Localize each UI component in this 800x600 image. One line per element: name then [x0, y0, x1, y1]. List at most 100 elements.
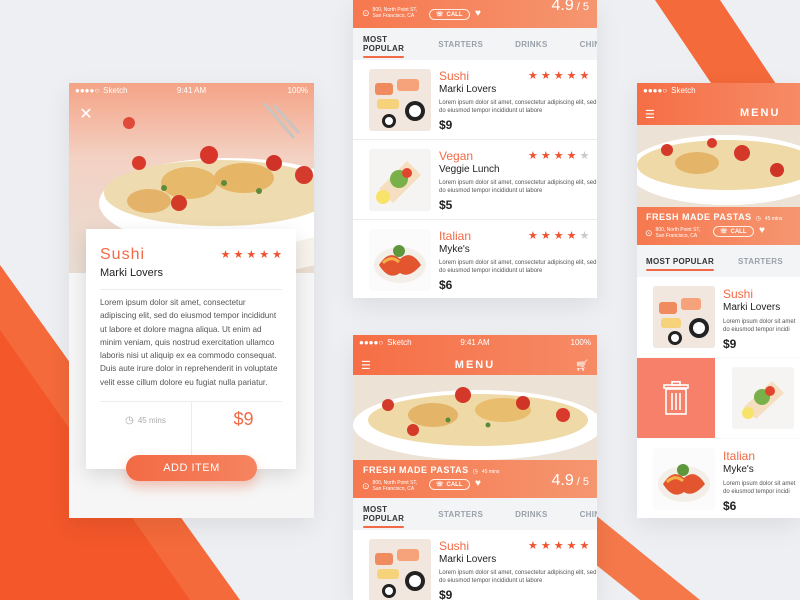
detail-rating: ★ ★ ★ ★ ★	[221, 250, 282, 261]
heart-icon[interactable]: ♥	[475, 478, 481, 489]
clock-icon: ◷	[472, 469, 478, 475]
item-dish: Marki Lovers	[439, 554, 497, 565]
delete-action[interactable]	[637, 358, 715, 438]
item-price: $9	[723, 337, 737, 351]
item-dish: Myke's	[723, 464, 754, 475]
item-description: Lorem ipsum dolor sit amet do eiusmod tem…	[723, 318, 795, 334]
category-tabs: MOST POPULAR STARTERS DRINKS CHINESE	[353, 28, 597, 60]
item-price: $6	[439, 278, 453, 292]
star-icon: ★	[259, 249, 270, 261]
star-icon: ★	[233, 249, 244, 261]
close-icon[interactable]: ✕	[77, 106, 95, 124]
star-icon: ★	[528, 540, 538, 552]
item-dish: Marki Lovers	[439, 84, 497, 95]
item-dish: Marki Lovers	[723, 302, 781, 313]
location-pin-icon: ⊙	[362, 7, 370, 18]
tab-starters[interactable]: STARTERS	[430, 40, 491, 49]
star-icon: ★	[540, 70, 551, 82]
list-item[interactable]: Sushi ★ ★ ★ ★ ★ Marki Lovers Lorem ipsum dolor …	[353, 530, 597, 600]
star-icon: ★	[528, 150, 538, 162]
restaurant-rating: 4.9 / 5	[552, 0, 589, 15]
tab-chinese[interactable]: CHINESE	[572, 40, 597, 49]
address: ⊙ 800, North Point ST, San Francisco, CA	[362, 7, 417, 19]
rating-max: / 5	[576, 476, 589, 488]
list-item[interactable]: Italian ★ ★ ★ ★ ★ Myke's Lorem ipsum dolor sit …	[353, 220, 597, 298]
list-item[interactable]: Sushi Marki Lovers Lorem ipsum dolor sit…	[637, 277, 800, 357]
star-icon: ★	[553, 70, 564, 82]
tab-starters[interactable]: STARTERS	[430, 510, 491, 519]
item-description-line-2: do eiusmod tempor incididunt ut labore	[439, 108, 543, 114]
tab-most-popular[interactable]: MOST POPULAR	[355, 505, 412, 528]
star-icon: ★	[220, 249, 231, 261]
location-pin-icon: ⊙	[645, 227, 653, 238]
cart-icon[interactable]: 🛒︎	[575, 359, 589, 372]
restaurant-name-label: FRESH MADE PASTAS	[363, 465, 469, 475]
menu-screen-right: ●●●●○ Sketch ☰ MENU FRESH MADE PASTAS ◷ 4…	[637, 83, 800, 518]
clock: 9:41 AM	[460, 337, 490, 347]
restaurant-bar: FRESH MADE PASTAS ◷ 45 mins ⊙ 800, North…	[637, 207, 800, 245]
item-rating: ★ ★ ★ ★ ★	[528, 231, 589, 242]
call-button[interactable]: ☏ CALL	[429, 479, 470, 490]
restaurant-bar: FRESH MADE PASTAS ⊙ 800, North Point ST,…	[353, 0, 597, 28]
detail-description: Lorem ipsum dolor sit amet, consectetur …	[100, 298, 278, 387]
item-description: Lorem ipsum dolor sit amet, consectetur …	[439, 569, 596, 585]
list-item[interactable]: Vegan ★ ★ ★ ★ ★ Veggie Lunch Lorem ipsum dolor …	[353, 140, 597, 220]
address-line-2: San Francisco, CA	[372, 13, 415, 19]
tab-most-popular[interactable]: MOST POPULAR	[355, 35, 412, 58]
italian-thumbnail	[653, 448, 715, 510]
heart-icon[interactable]: ♥	[475, 8, 481, 19]
add-item-button[interactable]: ADD ITEM	[126, 455, 257, 481]
list-item[interactable]: Italian Myke's Lorem ipsum dolor sit ame…	[637, 439, 800, 518]
item-description-line-2: do eiusmod tempor incidi	[723, 327, 790, 333]
item-category: Vegan	[439, 149, 474, 163]
hamburger-icon[interactable]: ☰	[645, 108, 655, 121]
restaurant-name: FRESH MADE PASTAS ◷ 45 mins	[363, 465, 499, 475]
menu-screen: ●●●●○ Sketch 9:41 AM 100% ☰ MENU 🛒︎ FRESH…	[353, 335, 597, 600]
item-description-line-1: Lorem ipsum dolor sit amet, consectetur …	[439, 180, 597, 186]
call-button[interactable]: ☏ CALL	[429, 9, 470, 20]
item-category: Sushi	[439, 69, 470, 83]
item-description-line-1: Lorem ipsum dolor sit amet, consectetur …	[439, 260, 597, 266]
swipe-delete-row[interactable]	[637, 358, 800, 438]
star-icon: ★	[246, 249, 257, 261]
tab-most-popular[interactable]: MOST POPULAR	[638, 257, 722, 271]
item-description-line-2: do eiusmod tempor incididunt ut labore	[439, 268, 543, 274]
item-description: Lorem ipsum dolor sit amet do eiusmod tem…	[723, 480, 795, 496]
star-icon: ★	[540, 150, 551, 162]
menu-title: MENU	[740, 107, 781, 119]
item-description: Lorem ipsum dolor sit amet, consectetur …	[439, 259, 596, 275]
rating-value: 4.9	[551, 472, 574, 489]
signal-icon: ●●●●○	[359, 337, 384, 347]
item-dish: Myke's	[439, 244, 470, 255]
menu-title: MENU	[454, 359, 496, 371]
status-bar: ●●●●○ Sketch 9:41 AM 100%	[69, 83, 314, 97]
item-price: $6	[723, 499, 737, 513]
tab-drinks[interactable]: DRINKS	[507, 510, 555, 519]
call-button[interactable]: ☏ CALL	[713, 226, 754, 237]
phone-icon: ☏	[436, 12, 444, 18]
pasta-banner-image	[353, 375, 597, 460]
star-icon: ★	[566, 150, 577, 162]
tab-drinks[interactable]: DRINKS	[507, 40, 555, 49]
star-icon: ★	[553, 230, 564, 242]
menu-list: Sushi ★ ★ ★ ★ ★ Marki Lovers Lorem ipsum dolor …	[353, 60, 597, 298]
heart-icon[interactable]: ♥	[759, 225, 765, 236]
sushi-thumbnail	[369, 69, 431, 131]
clock: 9:41 AM	[176, 85, 207, 95]
star-icon: ★	[540, 230, 551, 242]
item-category: Sushi	[439, 539, 470, 553]
list-item[interactable]: Sushi ★ ★ ★ ★ ★ Marki Lovers Lorem ipsum dolor …	[353, 60, 597, 140]
location-pin-icon: ⊙	[362, 480, 370, 491]
tab-chinese[interactable]: CHINESE	[572, 510, 597, 519]
status-bar: ●●●●○ Sketch 9:41 AM 100%	[353, 335, 597, 349]
item-description-line-2: do eiusmod tempor incididunt ut labore	[439, 578, 543, 584]
wrap-thumbnail	[369, 149, 431, 211]
signal-icon: ●●●●○	[643, 85, 668, 95]
category-tabs: MOST POPULAR STARTERS	[637, 245, 800, 277]
detail-category: Sushi	[100, 246, 146, 263]
item-dish: Veggie Lunch	[439, 164, 500, 175]
rating-max: / 5	[576, 1, 589, 13]
star-icon: ★	[553, 150, 564, 162]
tab-starters[interactable]: STARTERS	[730, 257, 791, 266]
star-icon: ★	[579, 540, 590, 552]
